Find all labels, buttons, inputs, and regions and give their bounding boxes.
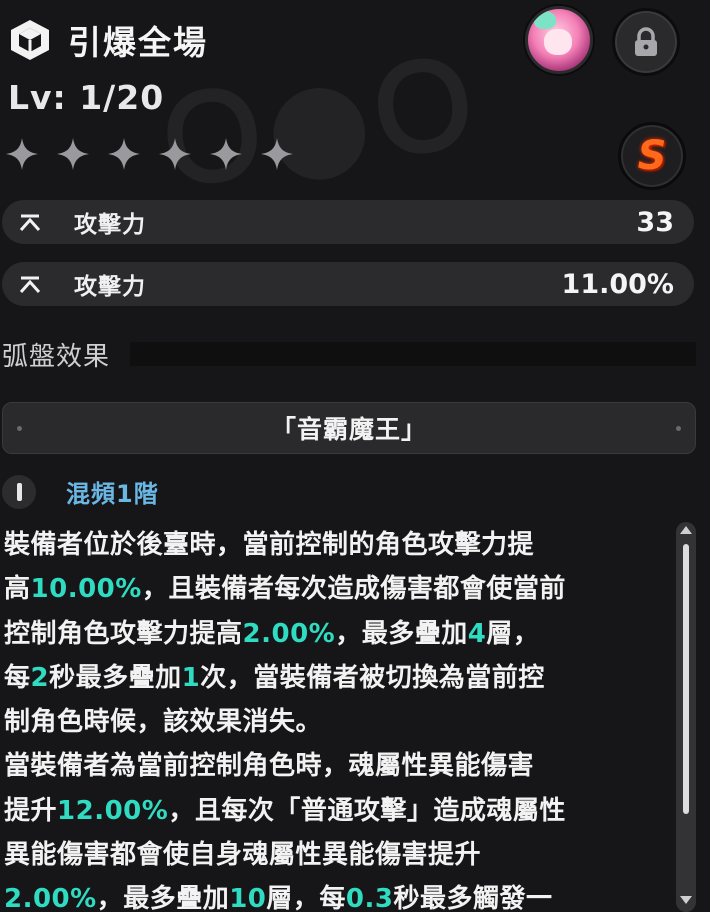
scrollbar-thumb[interactable] bbox=[683, 544, 689, 814]
star-icon bbox=[6, 138, 38, 170]
description-line: 制角色時候，該效果消失。 bbox=[4, 700, 666, 744]
highlight-value: 1 bbox=[181, 662, 201, 693]
highlight-value: 2.00% bbox=[4, 884, 97, 912]
stat-name: 攻擊力 bbox=[74, 274, 146, 300]
description-line: 高10.00%，且裝備者每次造成傷害都會使當前 bbox=[4, 567, 666, 611]
scroll-up-icon[interactable] bbox=[680, 526, 692, 534]
section-divider bbox=[130, 342, 696, 366]
star-icon bbox=[210, 138, 242, 170]
avatar[interactable] bbox=[525, 6, 593, 74]
effect-description: 裝備者位於後臺時，當前控制的角色攻擊力提 高10.00%，且裝備者每次造成傷害都會… bbox=[4, 523, 666, 912]
description-text: ，最多疊加 bbox=[96, 884, 230, 912]
highlight-value: 10 bbox=[229, 884, 267, 912]
scroll-down-icon[interactable] bbox=[680, 896, 692, 904]
description-text: 裝備者位於後臺時，當前控制的角色攻擊力提 bbox=[4, 530, 535, 560]
dot-decoration bbox=[17, 426, 22, 431]
description-text: 秒最多觸發一 bbox=[393, 884, 553, 912]
tier-label: 混頻1階 bbox=[66, 480, 159, 508]
highlight-value: 0.3 bbox=[345, 884, 394, 912]
description-line: 裝備者位於後臺時，當前控制的角色攻擊力提 bbox=[4, 523, 666, 567]
highlight-value: 2.00% bbox=[242, 618, 336, 649]
stat-row-main: 攻擊力 33 bbox=[2, 200, 694, 244]
highlight-value: 10.00% bbox=[30, 574, 142, 605]
description-line: 每2秒最多疊加1次，當裝備者被切換為當前控 bbox=[4, 656, 666, 700]
stat-row-sub: 攻擊力 11.00% bbox=[2, 262, 694, 306]
lock-button[interactable] bbox=[612, 8, 680, 76]
highlight-value: 2 bbox=[30, 662, 50, 693]
description-text: ，且每次「普通攻擊」造成魂屬性 bbox=[168, 795, 566, 826]
description-line: 控制角色攻擊力提高2.00%，最多疊加4層， bbox=[4, 612, 666, 656]
description-text: 當裝備者為當前控制角色時，魂屬性異能傷害 bbox=[4, 751, 535, 782]
description-text: 提升 bbox=[4, 795, 58, 826]
description-text: ，且裝備者每次造成傷害都會使當前 bbox=[141, 574, 566, 605]
star-icon bbox=[108, 138, 140, 170]
chevron-up-icon bbox=[19, 214, 41, 232]
highlight-value: 4 bbox=[467, 618, 487, 649]
description-text: 制角色時候，該效果消失。 bbox=[4, 707, 323, 738]
tier-header: 混頻1階 bbox=[2, 474, 159, 509]
description-text: 控制角色攻擊力提高 bbox=[4, 618, 243, 649]
section-title: 弧盤效果 bbox=[2, 342, 111, 372]
description-text: 層， bbox=[486, 618, 540, 649]
rank-letter: S bbox=[637, 133, 667, 179]
chevron-up-icon bbox=[19, 276, 41, 294]
highlight-value: 12.00% bbox=[57, 795, 169, 826]
star-rating bbox=[4, 136, 295, 172]
description-text: 高 bbox=[4, 574, 31, 605]
star-icon bbox=[261, 138, 293, 170]
tier-numeral-icon bbox=[2, 474, 36, 509]
description-text: ，最多疊加 bbox=[335, 618, 468, 649]
description-text: 每 bbox=[4, 662, 31, 693]
description-text: 異能傷害都會使自身魂屬性異能傷害提升 bbox=[4, 840, 482, 871]
lock-icon bbox=[635, 27, 657, 56]
stat-value: 11.00% bbox=[561, 268, 674, 300]
star-icon bbox=[159, 138, 191, 170]
header: 引爆全場 bbox=[6, 14, 208, 66]
page-title: 引爆全場 bbox=[68, 23, 208, 62]
description-text: 層，每 bbox=[266, 884, 346, 912]
star-icon bbox=[57, 138, 89, 170]
description-line: 提升12.00%，且每次「普通攻擊」造成魂屬性 bbox=[4, 789, 666, 833]
description-line: 2.00%，最多疊加10層，每0.3秒最多觸發一 bbox=[4, 877, 666, 912]
description-line: 異能傷害都會使自身魂屬性異能傷害提升 bbox=[4, 833, 666, 877]
stat-name: 攻擊力 bbox=[74, 212, 146, 238]
rank-badge: S bbox=[618, 122, 686, 190]
description-line: 當裝備者為當前控制角色時，魂屬性異能傷害 bbox=[4, 744, 666, 788]
dot-decoration bbox=[676, 426, 681, 431]
stat-value: 33 bbox=[636, 206, 674, 238]
description-text: 秒最多疊加 bbox=[49, 662, 182, 693]
set-name-box: 「音霸魔王」 bbox=[2, 402, 696, 454]
set-name: 「音霸魔王」 bbox=[270, 415, 427, 444]
level-text: Lv: 1/20 bbox=[8, 78, 165, 117]
cube-icon bbox=[11, 20, 49, 60]
description-text: 次，當裝備者被切換為當前控 bbox=[200, 662, 545, 693]
